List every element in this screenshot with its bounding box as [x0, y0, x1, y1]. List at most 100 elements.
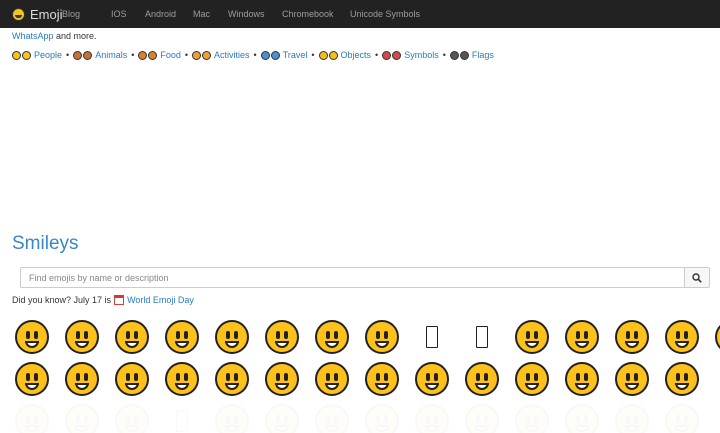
- emoji-mouth: [575, 383, 589, 390]
- smiling-face-hearts-icon[interactable]: [165, 362, 199, 396]
- emoji-eye: [34, 373, 38, 381]
- emoji-eye: [526, 373, 530, 381]
- emoji-eye: [326, 331, 330, 339]
- emoji-eye: [184, 373, 188, 381]
- emoji-eye: [234, 373, 238, 381]
- star-struck-icon[interactable]: [615, 362, 649, 396]
- emoji-mouth: [175, 383, 189, 390]
- emoji-eye: [126, 331, 130, 339]
- emoji-eye: [584, 331, 588, 339]
- emoji-mouth: [475, 383, 489, 390]
- emoji-eye: [534, 373, 538, 381]
- emoji-eye: [526, 331, 530, 339]
- kissing-face-smiling-eyes-icon[interactable]: [315, 362, 349, 396]
- emoji-eye: [384, 331, 388, 339]
- face-tears-of-joy-icon[interactable]: [315, 320, 349, 354]
- smiling-face-halo-icon[interactable]: [615, 320, 649, 354]
- emoji-eye: [84, 331, 88, 339]
- squinting-face-icon[interactable]: [215, 320, 249, 354]
- emoji-mouth: [75, 383, 89, 390]
- slightly-smiling-face-icon[interactable]: [665, 320, 699, 354]
- winking-face-tongue-icon[interactable]: [565, 362, 599, 396]
- emoji-mouth: [625, 341, 639, 348]
- missing-glyph-icon[interactable]: [426, 326, 438, 348]
- emoji-mouth: [75, 341, 89, 348]
- face-blowing-kiss-icon[interactable]: [215, 362, 249, 396]
- emoji-mouth: [25, 341, 39, 348]
- grinning-face-sweat-icon[interactable]: [265, 320, 299, 354]
- grinning-face-smiling-eyes-icon[interactable]: [115, 320, 149, 354]
- emoji-eye: [276, 331, 280, 339]
- emoji-eye: [284, 373, 288, 381]
- relieved-face-icon[interactable]: [65, 362, 99, 396]
- emoji-mouth: [275, 341, 289, 348]
- face-tongue-icon[interactable]: [465, 362, 499, 396]
- emoji-mouth: [575, 341, 589, 348]
- emoji-eye: [576, 331, 580, 339]
- emoji-eye: [376, 373, 380, 381]
- rolling-on-floor-laughing-icon[interactable]: [365, 320, 399, 354]
- emoji-eye: [134, 373, 138, 381]
- emoji-eye: [426, 373, 430, 381]
- emoji-eye: [84, 373, 88, 381]
- emoji-eye: [226, 373, 230, 381]
- emoji-eye: [184, 331, 188, 339]
- emoji-mouth: [175, 341, 189, 348]
- emoji-eye: [26, 331, 30, 339]
- emoji-eye: [226, 331, 230, 339]
- winking-face-icon[interactable]: [15, 362, 49, 396]
- emoji-eye: [234, 331, 238, 339]
- squinting-face-tongue-icon[interactable]: [515, 362, 549, 396]
- emoji-eye: [334, 373, 338, 381]
- emoji-mouth: [225, 383, 239, 390]
- emoji-eye: [26, 373, 30, 381]
- heart-eyes-face-icon[interactable]: [115, 362, 149, 396]
- emoji-eye: [176, 331, 180, 339]
- emoji-eye: [634, 373, 638, 381]
- emoji-eye: [76, 331, 80, 339]
- face-raised-eyebrow-icon[interactable]: [665, 362, 699, 396]
- emoji-eye: [134, 331, 138, 339]
- face-savoring-food-icon[interactable]: [415, 362, 449, 396]
- emoji-eye: [634, 331, 638, 339]
- emoji-eye: [484, 373, 488, 381]
- upside-down-face-icon[interactable]: [715, 320, 720, 354]
- emoji-mouth: [375, 341, 389, 348]
- emoji-eye: [326, 373, 330, 381]
- emoji-eye: [576, 373, 580, 381]
- emoji-eye: [276, 373, 280, 381]
- emoji-mouth: [325, 383, 339, 390]
- emoji-eye: [334, 331, 338, 339]
- emoji-mouth: [675, 341, 689, 348]
- emoji-eye: [684, 373, 688, 381]
- emoji-mouth: [425, 383, 439, 390]
- emoji-mouth: [675, 383, 689, 390]
- emoji-mouth: [525, 383, 539, 390]
- emoji-eye: [534, 331, 538, 339]
- emoji-eye: [676, 373, 680, 381]
- emoji-mouth: [375, 383, 389, 390]
- emoji-eye: [284, 331, 288, 339]
- smiling-face-icon[interactable]: [515, 320, 549, 354]
- emoji-mouth: [125, 383, 139, 390]
- missing-glyph-icon[interactable]: [476, 326, 488, 348]
- emoji-mouth: [25, 383, 39, 390]
- emoji-eye: [176, 373, 180, 381]
- kissing-face-closed-eyes-icon[interactable]: [365, 362, 399, 396]
- emoji-grid: [0, 0, 720, 433]
- smiling-face-smiling-eyes-icon[interactable]: [565, 320, 599, 354]
- grinning-face-big-eyes-icon[interactable]: [65, 320, 99, 354]
- emoji-eye: [376, 331, 380, 339]
- emoji-eye: [34, 331, 38, 339]
- emoji-eye: [584, 373, 588, 381]
- beaming-face-icon[interactable]: [165, 320, 199, 354]
- grinning-face-icon[interactable]: [15, 320, 49, 354]
- emoji-eye: [626, 331, 630, 339]
- emoji-mouth: [525, 341, 539, 348]
- kissing-face-icon[interactable]: [265, 362, 299, 396]
- emoji-mouth: [125, 341, 139, 348]
- emoji-eye: [476, 373, 480, 381]
- emoji-eye: [434, 373, 438, 381]
- emoji-eye: [126, 373, 130, 381]
- emoji-mouth: [225, 341, 239, 348]
